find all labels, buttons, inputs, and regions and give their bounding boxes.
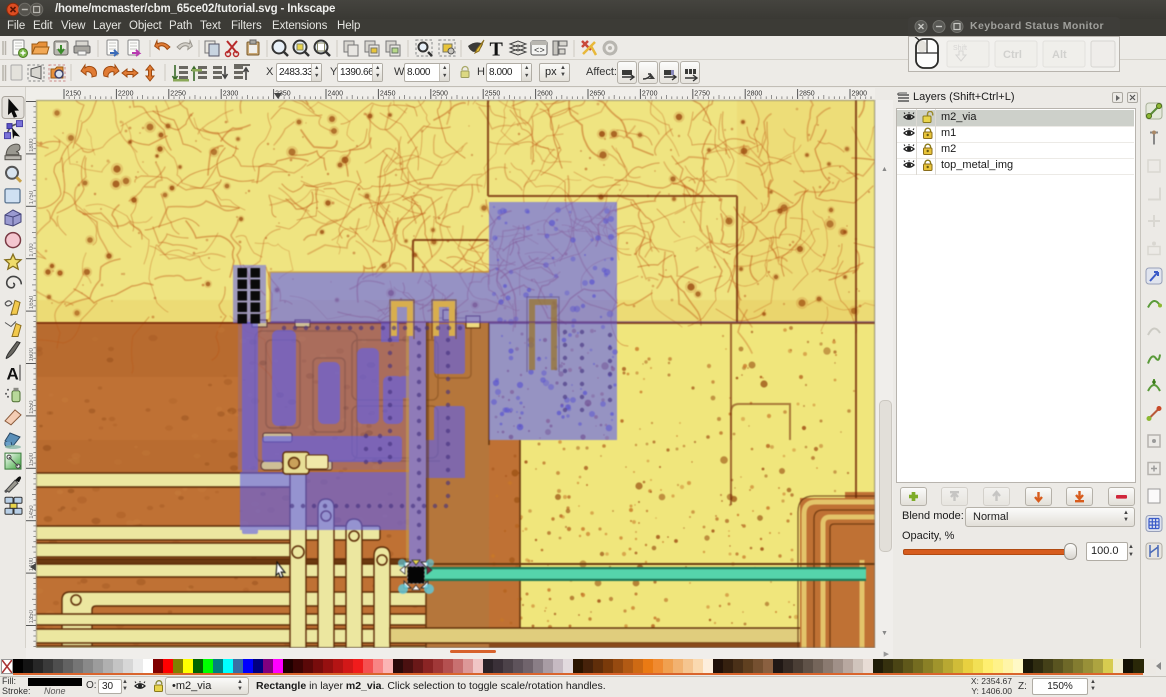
- svg-text:T: T: [490, 39, 504, 61]
- svg-text:Ctrl: Ctrl: [1003, 49, 1022, 61]
- svg-text:2800: 2800: [747, 91, 763, 98]
- svg-text:2200: 2200: [118, 91, 134, 98]
- svg-text:2500: 2500: [432, 91, 448, 98]
- svg-text:<>: <>: [534, 46, 545, 56]
- svg-text:1350: 1350: [29, 609, 35, 623]
- svg-text:2550: 2550: [485, 91, 501, 98]
- svg-text:2150: 2150: [66, 91, 82, 98]
- svg-text:2700: 2700: [642, 91, 658, 98]
- svg-text:1450: 1450: [29, 505, 35, 519]
- svg-text:A: A: [7, 365, 19, 384]
- svg-text:Alt: Alt: [1052, 49, 1067, 61]
- svg-text:2300: 2300: [223, 91, 239, 98]
- svg-text:1500: 1500: [29, 452, 35, 466]
- svg-text:1650: 1650: [29, 295, 35, 309]
- svg-text:2600: 2600: [537, 91, 553, 98]
- svg-text:2450: 2450: [380, 91, 396, 98]
- svg-text:1600: 1600: [29, 347, 35, 361]
- svg-text:2900: 2900: [852, 91, 868, 98]
- svg-text:2850: 2850: [799, 91, 815, 98]
- svg-text:1550: 1550: [29, 400, 35, 414]
- svg-text:1750: 1750: [29, 190, 35, 204]
- svg-text:1800: 1800: [29, 138, 35, 152]
- svg-text:2400: 2400: [328, 91, 344, 98]
- svg-text:2650: 2650: [590, 91, 606, 98]
- svg-text:1700: 1700: [29, 243, 35, 257]
- svg-text:2750: 2750: [694, 91, 710, 98]
- svg-text:2250: 2250: [170, 91, 186, 98]
